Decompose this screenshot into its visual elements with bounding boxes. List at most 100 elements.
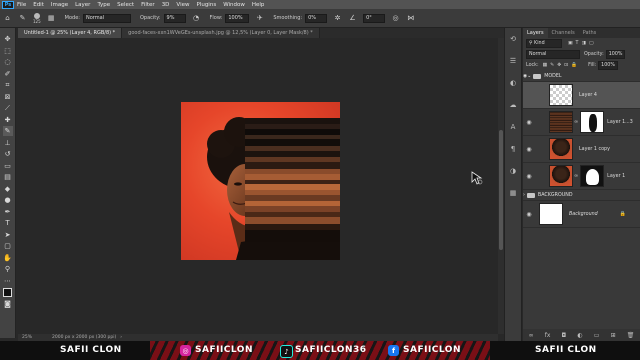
type-tool-icon[interactable]: T [3, 218, 13, 228]
chevron-right-icon[interactable]: › [523, 193, 525, 198]
tab-layers[interactable]: Layers [523, 28, 548, 38]
layer-opacity-field[interactable]: 100% [605, 50, 626, 59]
link-icon[interactable]: ∞ [574, 119, 578, 125]
layer-row-layer-4[interactable]: Layer 4 [523, 82, 640, 109]
menu-plugins[interactable]: Plugins [196, 2, 216, 8]
eyedropper-tool-icon[interactable]: ⟋ [3, 103, 13, 113]
blend-mode-select[interactable]: Normal [526, 50, 580, 59]
filter-type-icons[interactable]: ▣T◨▢ [568, 41, 597, 46]
blur-tool-icon[interactable]: ◆ [3, 184, 13, 194]
crop-tool-icon[interactable]: ⌗ [3, 80, 13, 90]
layer-row-layer-1-copy[interactable]: ◉ Layer 1 copy [523, 136, 640, 163]
chevron-right-icon[interactable]: › [120, 335, 122, 340]
tab-good-faces[interactable]: good-faces-xxn1WVeGEs-unsplash.jpg @ 12,… [122, 28, 320, 38]
tab-untitled-1[interactable]: Untitled-1 @ 25% (Layer 4, RGB/8) * [18, 28, 123, 38]
menu-edit[interactable]: Edit [33, 2, 44, 8]
gradient-tool-icon[interactable]: ▤ [3, 172, 13, 182]
menu-file[interactable]: File [17, 2, 26, 8]
history-icon[interactable]: ⟲ [508, 34, 518, 44]
swatches-icon[interactable]: ▦ [508, 188, 518, 198]
home-icon[interactable]: ⌂ [3, 14, 12, 23]
history-brush-tool-icon[interactable]: ↺ [3, 149, 13, 159]
menu-view[interactable]: View [176, 2, 189, 8]
document-canvas[interactable] [181, 102, 340, 260]
mode-select[interactable]: Normal [82, 13, 131, 23]
tab-channels[interactable]: Channels [548, 28, 579, 38]
color-icon[interactable]: ◑ [508, 166, 518, 176]
layer-name[interactable]: Layer 1 copy [579, 147, 610, 152]
add-mask-icon[interactable]: ◘ [562, 332, 567, 339]
photoshop-logo-icon[interactable]: Ps [2, 0, 14, 9]
more-tools-icon[interactable]: ⋯ [3, 276, 13, 286]
layer-name[interactable]: Layer 4 [579, 93, 597, 98]
layer-row-background[interactable]: ◉ Background 🔒 [523, 201, 640, 228]
shape-tool-icon[interactable]: ▢ [3, 241, 13, 251]
adjustment-layer-icon[interactable]: ◐ [577, 332, 582, 339]
pressure-opacity-icon[interactable]: ◔ [192, 14, 201, 23]
new-group-icon[interactable]: ▭ [594, 332, 600, 339]
zoom-level[interactable]: 25% [22, 335, 32, 340]
layer-mask-thumbnail[interactable] [580, 165, 605, 187]
layer-group-background[interactable]: › BACKGROUND [523, 190, 640, 201]
clone-stamp-tool-icon[interactable]: ⊥ [3, 138, 13, 148]
menu-window[interactable]: Window [223, 2, 245, 8]
link-icon[interactable]: ∞ [574, 173, 578, 179]
layer-name[interactable]: Layer 1 [607, 174, 625, 179]
properties-icon[interactable]: ☰ [508, 56, 518, 66]
brush-preset-picker[interactable]: 125 [33, 12, 41, 24]
layer-name[interactable]: Layer 1...3 [607, 120, 633, 125]
fill-field[interactable]: 100% [598, 61, 618, 70]
menu-type[interactable]: Type [97, 2, 110, 8]
symmetry-icon[interactable]: ⋈ [406, 14, 415, 23]
layer-group-model[interactable]: ◉ ⌄ MODEL [523, 71, 640, 82]
opacity-field[interactable]: 9% [163, 13, 186, 23]
foreground-color-swatch[interactable] [3, 287, 12, 297]
pressure-size-icon[interactable]: ◎ [391, 14, 400, 23]
scrollbar-thumb[interactable] [499, 130, 503, 250]
layer-mask-thumbnail[interactable] [580, 111, 605, 133]
lock-icons[interactable]: ▦✎✥⊡🔒 [543, 63, 581, 68]
visibility-eye-icon[interactable]: ◉ [523, 211, 535, 218]
layer-name[interactable]: Background [569, 212, 598, 217]
path-select-tool-icon[interactable]: ➤ [3, 230, 13, 240]
brush-tool-icon[interactable]: ✎ [18, 14, 27, 23]
filter-kind-select[interactable]: ⚲ Kind [526, 39, 562, 48]
character-icon[interactable]: A [508, 122, 518, 132]
flow-field[interactable]: 100% [225, 13, 250, 23]
menu-filter[interactable]: Filter [141, 2, 155, 8]
marquee-tool-icon[interactable]: ⬚ [3, 46, 13, 56]
libraries-icon[interactable]: ☁ [508, 100, 518, 110]
visibility-eye-icon[interactable]: ◉ [523, 146, 535, 153]
brush-settings-icon[interactable]: ▦ [47, 14, 56, 23]
zoom-tool-icon[interactable]: ⚲ [3, 264, 13, 274]
chevron-down-icon[interactable]: ⌄ [527, 74, 531, 79]
airbrush-icon[interactable]: ✈ [255, 14, 264, 23]
new-layer-icon[interactable]: ⊞ [611, 332, 616, 339]
paragraph-icon[interactable]: ¶ [508, 144, 518, 154]
gear-icon[interactable]: ✲ [333, 14, 342, 23]
color-swatches[interactable] [3, 287, 13, 297]
layer-row-layer-1-3[interactable]: ◉ ∞ Layer 1...3 [523, 109, 640, 136]
link-layers-icon[interactable]: ∞ [529, 332, 534, 339]
smoothing-field[interactable]: 0% [305, 13, 328, 23]
fx-icon[interactable]: fx [545, 332, 551, 339]
layer-row-layer-1[interactable]: ◉ ∞ Layer 1 [523, 163, 640, 190]
visibility-eye-icon[interactable]: ◉ [523, 119, 535, 126]
angle-field[interactable]: 0° [363, 13, 386, 23]
brush-tool-icon[interactable]: ✎ [2, 126, 13, 136]
menu-image[interactable]: Image [51, 2, 68, 8]
document-info[interactable]: 2000 px x 2000 px (300 ppi) [52, 335, 116, 340]
menu-3d[interactable]: 3D [162, 2, 170, 8]
pen-tool-icon[interactable]: ✒ [3, 207, 13, 217]
lock-icon[interactable]: 🔒 [620, 211, 626, 217]
healing-brush-tool-icon[interactable]: ✚ [3, 115, 13, 125]
delete-layer-icon[interactable]: 🗑 [627, 332, 635, 339]
adjustments-icon[interactable]: ◐ [508, 78, 518, 88]
frame-tool-icon[interactable]: ⊠ [3, 92, 13, 102]
move-tool-icon[interactable]: ✥ [3, 34, 13, 44]
hand-tool-icon[interactable]: ✋ [3, 253, 13, 263]
visibility-eye-icon[interactable]: ◉ [523, 173, 535, 180]
quick-mask-icon[interactable]: ◙ [3, 299, 13, 309]
lasso-tool-icon[interactable]: ◌ [3, 57, 13, 67]
tab-paths[interactable]: Paths [579, 28, 601, 38]
